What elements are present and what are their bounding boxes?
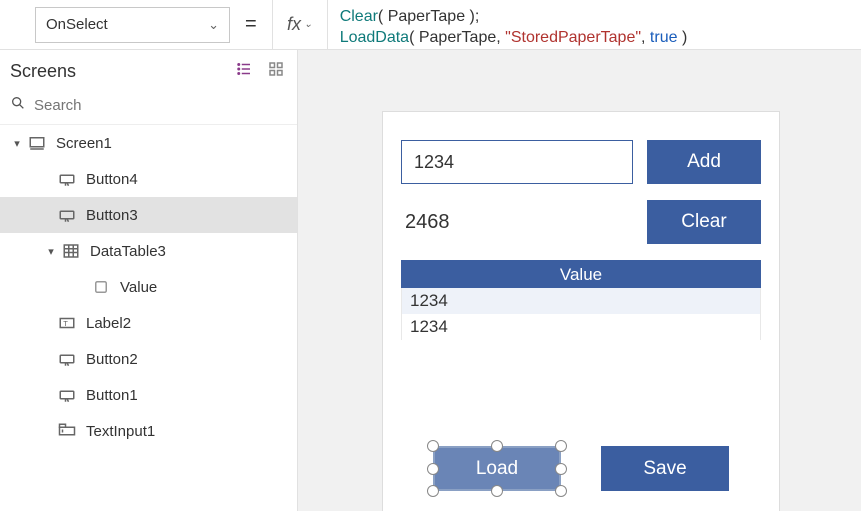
data-table[interactable]: Value 12341234 — [401, 260, 761, 340]
tree-item-textinput1[interactable]: TextInput1 — [0, 413, 297, 449]
tree-view-grid-icon[interactable] — [267, 60, 285, 83]
formula-editor[interactable]: Clear( PaperTape ); LoadData( PaperTape,… — [328, 0, 861, 50]
resize-handle[interactable] — [491, 440, 503, 452]
tree-panel-header: Screens — [0, 50, 297, 89]
tree-item-label: TextInput1 — [86, 423, 155, 440]
tree-item-label: Button1 — [86, 387, 138, 404]
resize-handle[interactable] — [427, 485, 439, 497]
fx-button[interactable]: fx ⌄ — [272, 0, 328, 50]
svg-text:T: T — [63, 319, 68, 328]
tree-item-label2[interactable]: T Label2 — [0, 305, 297, 341]
property-select-value: OnSelect — [46, 16, 108, 33]
add-button[interactable]: Add — [647, 140, 761, 184]
screen-icon — [28, 134, 46, 152]
formula-bar: OnSelect ⌄ = fx ⌄ Clear( PaperTape ); Lo… — [0, 0, 861, 50]
resize-handle[interactable] — [427, 440, 439, 452]
tree-view: ▾ Screen1 Button4 Button3 ▾ DataTable3 Value T L… — [0, 125, 297, 511]
table-header: Value — [401, 260, 761, 288]
tree-view-list-icon[interactable] — [235, 60, 253, 83]
button-icon — [58, 206, 76, 224]
resize-handle[interactable] — [555, 440, 567, 452]
resize-handle[interactable] — [427, 463, 439, 475]
save-button[interactable]: Save — [601, 446, 729, 491]
sum-label: 2468 — [405, 211, 450, 234]
clear-button[interactable]: Clear — [647, 200, 761, 244]
design-canvas[interactable]: 1234 Add 2468 Clear Value 12341234 Load — [298, 50, 861, 511]
search-input[interactable] — [34, 97, 287, 114]
tree-item-label: Button3 — [86, 207, 138, 224]
search-icon — [10, 95, 26, 116]
search-row — [0, 89, 297, 125]
tree-item-label: Button4 — [86, 171, 138, 188]
tree-item-datatable3[interactable]: ▾ DataTable3 — [0, 233, 297, 269]
tree-panel-title: Screens — [10, 61, 76, 82]
text-input-preview[interactable]: 1234 — [401, 140, 633, 184]
tree-item-label: Value — [120, 279, 157, 296]
tree-item-button1[interactable]: Button1 — [0, 377, 297, 413]
tree-item-button3[interactable]: Button3 — [0, 197, 297, 233]
resize-handle[interactable] — [491, 485, 503, 497]
button-icon — [58, 386, 76, 404]
text-input-value: 1234 — [414, 152, 454, 173]
tree-item-button2[interactable]: Button2 — [0, 341, 297, 377]
chevron-down-icon: ⌄ — [304, 19, 312, 30]
tree-item-screen1[interactable]: ▾ Screen1 — [0, 125, 297, 161]
tree-item-label: Label2 — [86, 315, 131, 332]
equals-sign: = — [245, 13, 257, 36]
table-row[interactable]: 1234 — [401, 288, 761, 314]
resize-handle[interactable] — [555, 485, 567, 497]
load-button-selected[interactable]: Load — [433, 446, 561, 491]
datatable-icon — [62, 242, 80, 260]
expand-arrow-icon[interactable]: ▾ — [44, 245, 58, 258]
expand-arrow-icon[interactable]: ▾ — [10, 137, 24, 150]
table-row[interactable]: 1234 — [401, 314, 761, 340]
resize-handle[interactable] — [555, 463, 567, 475]
button-icon — [58, 350, 76, 368]
column-icon — [92, 278, 110, 296]
app-preview: 1234 Add 2468 Clear Value 12341234 Load — [383, 112, 779, 511]
tree-item-label: DataTable3 — [90, 243, 166, 260]
tree-item-label: Screen1 — [56, 135, 112, 152]
button-icon — [58, 170, 76, 188]
tree-item-button4[interactable]: Button4 — [0, 161, 297, 197]
fx-label: fx — [287, 14, 301, 35]
textinput-icon — [58, 422, 76, 440]
tree-item-label: Button2 — [86, 351, 138, 368]
label-icon: T — [58, 314, 76, 332]
tree-item-value[interactable]: Value — [0, 269, 297, 305]
main-area: Screens ▾ Screen1 Button4 Button3 ▾ DataTable… — [0, 50, 861, 511]
property-select[interactable]: OnSelect ⌄ — [35, 7, 230, 43]
tree-panel: Screens ▾ Screen1 Button4 Button3 ▾ DataTable… — [0, 50, 298, 511]
chevron-down-icon: ⌄ — [208, 17, 219, 33]
